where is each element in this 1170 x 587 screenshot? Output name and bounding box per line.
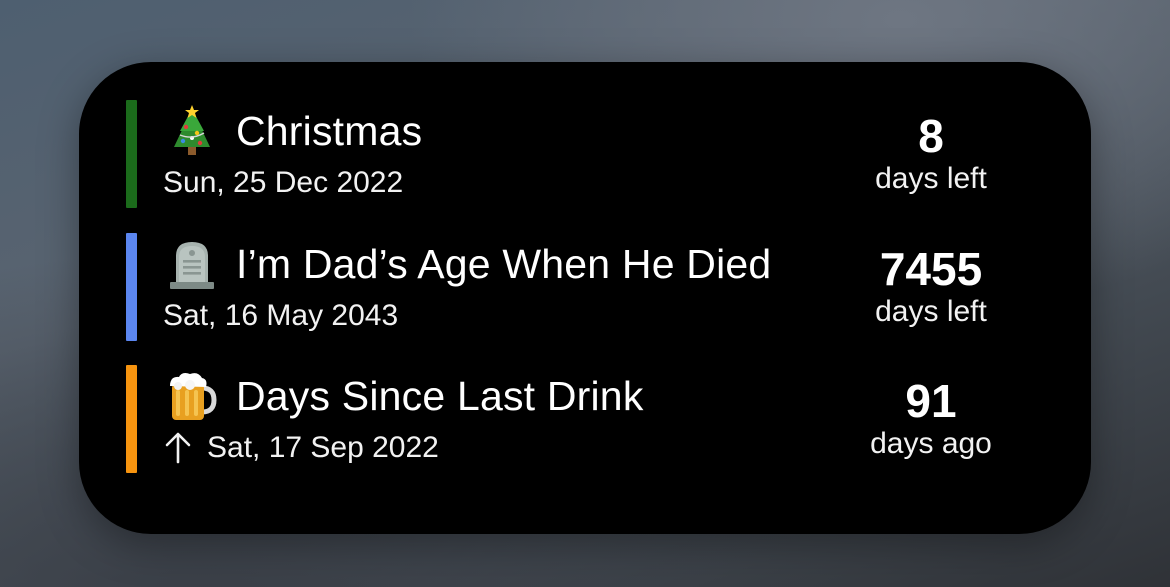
event-title: Christmas	[236, 107, 423, 154]
event-count: 91	[905, 375, 957, 427]
event-title: I’m Dad’s Age When He Died	[236, 240, 772, 287]
event-date-text: Sat, 16 May 2043	[163, 299, 399, 332]
event-row-dads-age[interactable]: I’m Dad’s Age When He Died Sat, 16 May 2…	[126, 233, 1046, 341]
headstone-icon	[166, 238, 218, 290]
event-color-bar	[126, 365, 137, 473]
event-count: 7455	[879, 243, 983, 295]
event-color-bar	[126, 233, 137, 341]
event-title-line: Days Since Last Drink	[166, 369, 644, 423]
event-countdown: 7455 days left	[826, 243, 1036, 329]
event-date-text: Sat, 17 Sep 2022	[207, 431, 439, 464]
event-row-christmas[interactable]: Christmas Sun, 25 Dec 2022 8 days left	[126, 100, 1046, 208]
event-count-unit: days left	[875, 162, 987, 195]
event-title: Days Since Last Drink	[236, 372, 644, 419]
event-date: Sun, 25 Dec 2022	[163, 166, 403, 200]
event-row-last-drink[interactable]: Days Since Last Drink Sat, 17 Sep 2022 9…	[126, 365, 1046, 473]
event-date: Sat, 16 May 2043	[163, 299, 398, 333]
arrow-up-icon	[163, 431, 193, 465]
event-title-line: I’m Dad’s Age When He Died	[166, 237, 771, 291]
event-countdown: 8 days left	[826, 110, 1036, 196]
event-count-unit: days ago	[870, 427, 992, 460]
event-color-bar	[126, 100, 137, 208]
event-title-line: Christmas	[166, 104, 422, 158]
event-count-unit: days left	[875, 295, 987, 328]
event-count: 8	[918, 110, 944, 162]
beer-mug-icon	[166, 370, 218, 422]
christmas-tree-icon	[166, 105, 218, 157]
event-date-text: Sun, 25 Dec 2022	[163, 166, 404, 199]
event-countdown: 91 days ago	[826, 375, 1036, 461]
countdown-widget[interactable]: Christmas Sun, 25 Dec 2022 8 days left I…	[79, 62, 1091, 534]
event-date: Sat, 17 Sep 2022	[163, 431, 439, 465]
